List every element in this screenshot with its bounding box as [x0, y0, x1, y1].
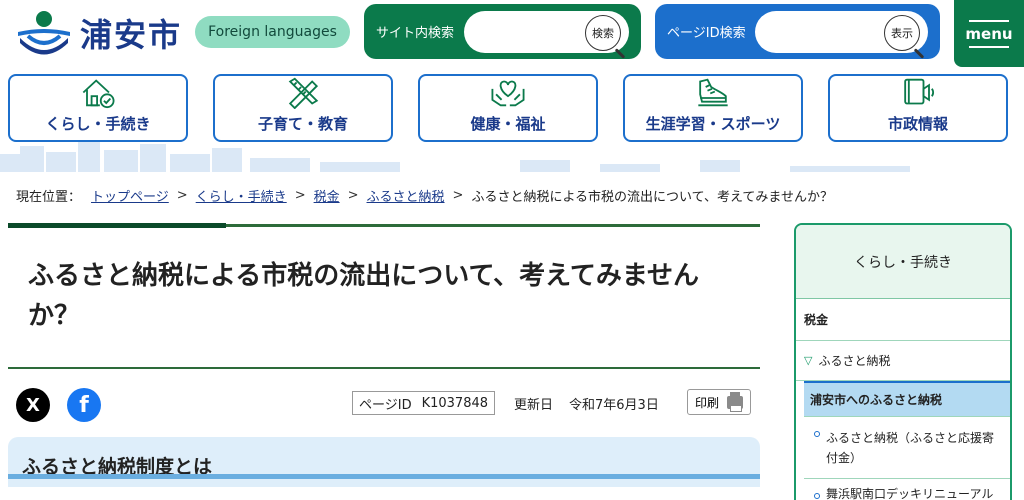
- menu-top-bar-icon: [969, 19, 1009, 22]
- page-id-box: ページID K1037848: [352, 391, 496, 415]
- print-label: 印刷: [694, 395, 719, 410]
- nav-item-label: 子育て・教育: [257, 115, 348, 133]
- x-logo-icon: X: [26, 394, 40, 416]
- facebook-logo-icon: f: [79, 392, 89, 418]
- breadcrumb-current-position-label: 現在位置：: [16, 190, 82, 205]
- city-logo[interactable]: 浦安市: [14, 10, 182, 56]
- print-button[interactable]: 印刷: [687, 389, 751, 415]
- menu-button[interactable]: menu: [954, 0, 1024, 67]
- nav-item-learning-sports[interactable]: 生涯学習・スポーツ: [623, 74, 803, 142]
- breadcrumb: 現在位置： トップページ > くらし・手続き > 税金 > ふるさと納税 > ふ…: [16, 186, 833, 205]
- section-heading: ふるさと納税制度とは: [8, 437, 760, 487]
- nav-item-label: くらし・手続き: [45, 115, 151, 133]
- page-id-search-button[interactable]: 表示: [884, 14, 925, 59]
- sidebar-heading[interactable]: くらし・手続き: [796, 225, 1010, 299]
- city-emblem-icon: [18, 11, 70, 55]
- megaphone-book-icon: [904, 78, 935, 105]
- sidebar-subitem-maihama-deck[interactable]: 舞浜駅南口デッキリニューアル: [804, 479, 1010, 500]
- page-id-search-form: ページID検索 表示: [655, 4, 940, 59]
- logo-text: 浦安市: [80, 16, 183, 54]
- sidebar-item-furusato[interactable]: ▽ ふるさと納税: [796, 341, 1010, 381]
- updated-date: 更新日 令和7年6月3日: [514, 394, 659, 413]
- title-bottom-rule: [8, 367, 760, 369]
- sidebar-subitem-label: 舞浜駅南口デッキリニューアル: [826, 486, 994, 500]
- updated-date-value: 令和7年6月3日: [569, 398, 659, 413]
- breadcrumb-link-furusato[interactable]: ふるさと納税: [367, 186, 445, 205]
- site-search-form: サイト内検索 検索: [364, 4, 641, 59]
- page-id-search-label: ページID検索: [667, 26, 746, 41]
- sidebar-subitem-furusato-donation[interactable]: ふるさと納税（ふるさと応援寄付金）: [804, 417, 1010, 479]
- foreign-languages-button[interactable]: Foreign languages: [195, 16, 350, 48]
- sidebar-subitem-label: ふるさと納税（ふるさと応援寄付金）: [826, 430, 995, 465]
- heart-hands-icon: [491, 80, 525, 107]
- page-id-value: K1037848: [421, 395, 489, 411]
- menu-label: menu: [965, 24, 1013, 43]
- nav-item-childcare-education[interactable]: 子育て・教育: [213, 74, 393, 142]
- nav-item-label: 生涯学習・スポーツ: [645, 115, 781, 133]
- category-nav: くらし・手続き 子育て・教育 健康・福祉 生涯学習・スポーツ 市政情報: [8, 74, 1008, 142]
- site-search-button[interactable]: 検索: [585, 14, 626, 59]
- site-search-label: サイト内検索: [376, 26, 455, 41]
- updated-label: 更新日: [514, 398, 554, 413]
- city-skyline-decoration: [0, 142, 910, 172]
- breadcrumb-current-page: ふるさと納税による市税の流出について、考えてみませんか？: [471, 190, 833, 205]
- page-id-search-field-wrap: 表示: [755, 10, 928, 59]
- bullet-circle-icon: [814, 493, 820, 499]
- section-heading-stripe: [8, 474, 760, 479]
- share-x-button[interactable]: X: [16, 388, 50, 422]
- title-top-rule-accent: [8, 223, 226, 228]
- pencil-ruler-icon: [288, 77, 319, 109]
- sidebar-local-nav: くらし・手続き 税金 ▽ ふるさと納税 浦安市へのふるさと納税 ふるさと納税（ふ…: [794, 223, 1012, 500]
- sidebar-item-tax[interactable]: 税金: [796, 299, 1010, 341]
- breadcrumb-separator: >: [347, 188, 359, 203]
- nav-item-health-welfare[interactable]: 健康・福祉: [418, 74, 598, 142]
- breadcrumb-separator: >: [176, 188, 188, 203]
- breadcrumb-separator: >: [452, 188, 464, 203]
- printer-icon: [727, 391, 743, 412]
- nav-item-living[interactable]: くらし・手続き: [8, 74, 188, 142]
- sidebar-item-current[interactable]: 浦安市へのふるさと納税: [804, 381, 1010, 417]
- nav-item-label: 健康・福祉: [470, 115, 546, 133]
- breadcrumb-separator: >: [294, 188, 306, 203]
- triangle-down-icon: ▽: [804, 354, 813, 367]
- share-facebook-button[interactable]: f: [67, 388, 101, 422]
- site-search-button-label: 検索: [592, 27, 614, 40]
- breadcrumb-link-top[interactable]: トップページ: [91, 186, 169, 205]
- page-id-search-button-label: 表示: [891, 27, 913, 40]
- magnifier-handle-icon: [913, 47, 925, 59]
- breadcrumb-link-tax[interactable]: 税金: [314, 186, 340, 205]
- page-title: ふるさと納税による市税の流出について、考えてみませんか？: [28, 261, 700, 331]
- sidebar-item-furusato-label: ふるさと納税: [818, 354, 891, 368]
- breadcrumb-link-living[interactable]: くらし・手続き: [196, 186, 287, 205]
- running-shoe-icon: [698, 78, 728, 107]
- nav-item-city-administration[interactable]: 市政情報: [828, 74, 1008, 142]
- nav-item-label: 市政情報: [887, 115, 948, 133]
- house-check-icon: [82, 79, 115, 109]
- page-id-label: ページID: [359, 397, 412, 413]
- menu-bottom-bar-icon: [969, 45, 1009, 48]
- site-search-field-wrap: 検索: [464, 10, 629, 59]
- magnifier-handle-icon: [614, 47, 626, 59]
- bullet-circle-icon: [814, 431, 820, 437]
